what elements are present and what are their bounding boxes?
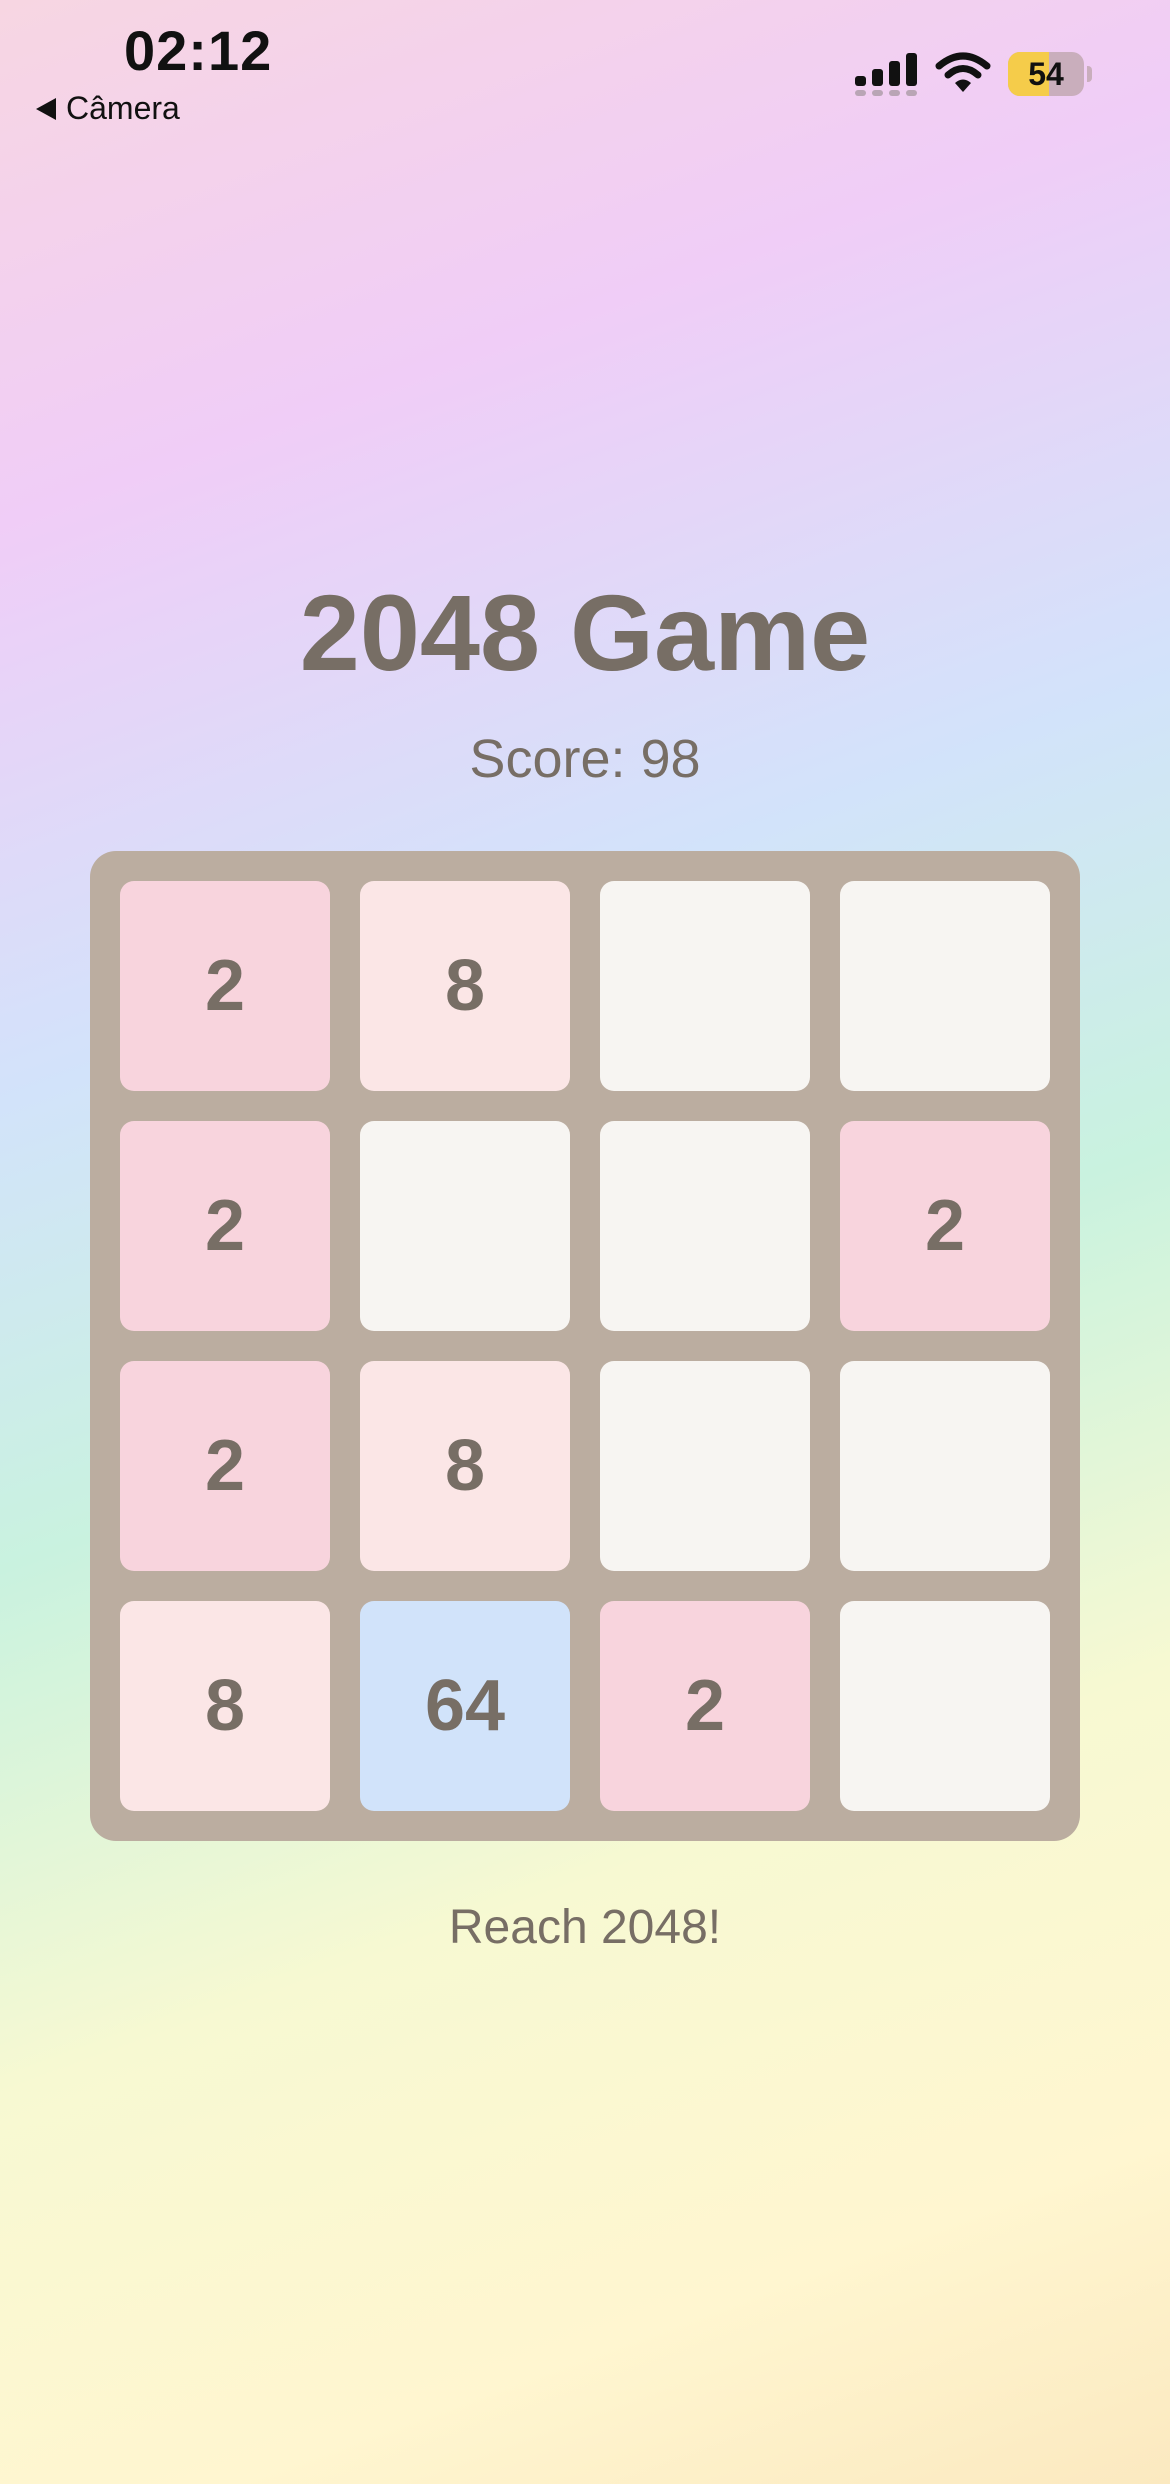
page-title: 2048 Game: [299, 572, 871, 693]
tile-r2-c3: [600, 1121, 810, 1331]
tile-r3-c3: [600, 1361, 810, 1571]
status-time: 02:12: [124, 19, 273, 82]
wifi-icon: [935, 52, 991, 92]
tile-r2-c2: [360, 1121, 570, 1331]
game-board[interactable]: 2 8 2 2 2 8 8 64 2: [90, 851, 1080, 1841]
tile-r3-c1: 2: [120, 1361, 330, 1571]
back-to-camera-link[interactable]: Câmera: [36, 90, 180, 127]
tile-r1-c3: [600, 881, 810, 1091]
tile-r2-c4: 2: [840, 1121, 1050, 1331]
tile-r4-c3: 2: [600, 1601, 810, 1811]
goal-hint: Reach 2048!: [448, 1901, 722, 1954]
tile-r4-c4: [840, 1601, 1050, 1811]
signal-icon: [855, 53, 917, 96]
back-link-label: Câmera: [66, 90, 180, 126]
tile-r1-c2: 8: [360, 881, 570, 1091]
tile-r3-c4: [840, 1361, 1050, 1571]
back-arrow-icon: [36, 97, 56, 120]
tile-r2-c1: 2: [120, 1121, 330, 1331]
tile-r1-c4: [840, 881, 1050, 1091]
tile-r4-c2: 64: [360, 1601, 570, 1811]
tile-r3-c2: 8: [360, 1361, 570, 1571]
score-display: Score: 98: [469, 729, 701, 789]
tile-r4-c1: 8: [120, 1601, 330, 1811]
tile-r1-c1: 2: [120, 881, 330, 1091]
battery-level-text: 54: [1028, 56, 1064, 92]
battery-icon: 54: [1008, 52, 1092, 96]
